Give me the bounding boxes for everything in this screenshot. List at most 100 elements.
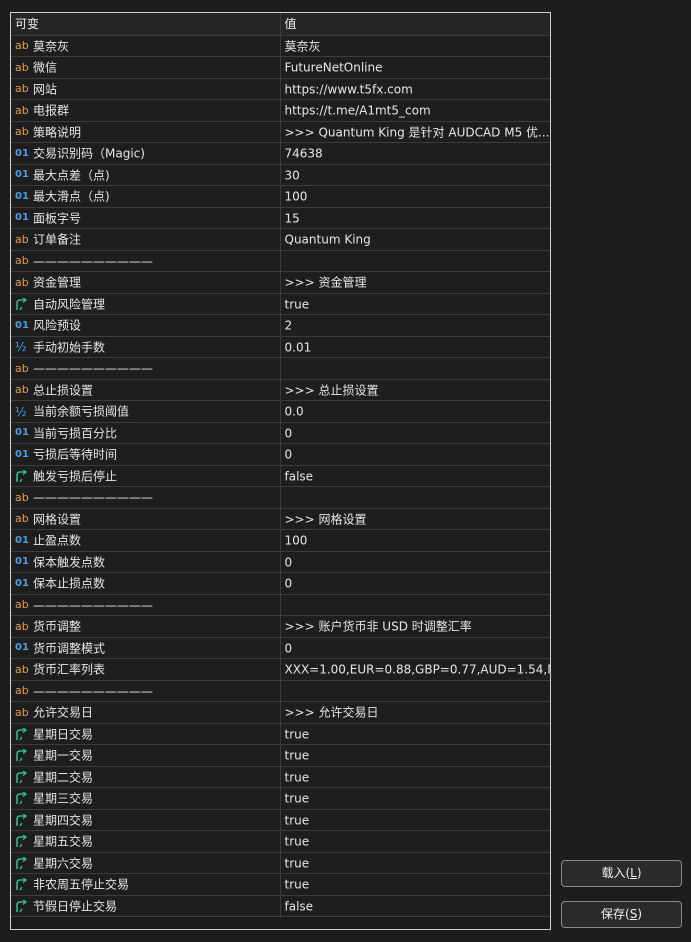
variable-cell[interactable]: 触发亏损后停止	[11, 465, 281, 487]
column-header-value[interactable]: 值	[280, 13, 550, 36]
value-cell[interactable]: 0	[280, 572, 550, 595]
variable-cell[interactable]: 星期三交易	[11, 787, 281, 810]
value-cell[interactable]: 0.01	[280, 336, 550, 358]
value-cell[interactable]: 74638	[280, 142, 550, 165]
value-cell[interactable]: 2	[280, 314, 550, 337]
value-cell[interactable]: true	[280, 293, 550, 315]
value-cell[interactable]: 100	[280, 529, 550, 552]
value-cell[interactable]: 15	[280, 207, 550, 229]
value-cell[interactable]: true	[280, 852, 550, 874]
table-row[interactable]: ½ 手动初始手数 0.01	[11, 336, 550, 358]
table-row[interactable]: 01 风险预设 2	[11, 314, 550, 337]
table-row[interactable]: ab ——————————	[11, 680, 550, 702]
variable-cell[interactable]: 01 保本止损点数	[11, 572, 281, 595]
table-row[interactable]: ab 莫奈灰 莫奈灰	[11, 35, 550, 57]
value-cell[interactable]	[280, 680, 550, 702]
value-cell[interactable]	[280, 594, 550, 616]
value-cell[interactable]: false	[280, 465, 550, 487]
variable-cell[interactable]: 节假日停止交易	[11, 895, 281, 917]
variable-cell[interactable]: ab 允许交易日	[11, 701, 281, 724]
table-row[interactable]: 星期三交易 true	[11, 787, 550, 810]
value-cell[interactable]: true	[280, 787, 550, 810]
value-cell[interactable]	[280, 357, 550, 380]
value-cell[interactable]: 0.0	[280, 400, 550, 423]
table-row[interactable]: 01 交易识别码（Magic) 74638	[11, 142, 550, 165]
variable-cell[interactable]: 非农周五停止交易	[11, 873, 281, 896]
table-row[interactable]: 星期六交易 true	[11, 852, 550, 874]
value-cell[interactable]: 0	[280, 443, 550, 466]
variable-cell[interactable]: ab ——————————	[11, 680, 281, 702]
table-row[interactable]: ab 货币调整 >>> 账户货币非 USD 时调整汇率	[11, 615, 550, 638]
table-row[interactable]: ab 网格设置 >>> 网格设置	[11, 508, 550, 530]
table-row[interactable]: 01 亏损后等待时间 0	[11, 443, 550, 466]
variable-cell[interactable]: ab 资金管理	[11, 271, 281, 294]
table-row[interactable]: 01 保本止损点数 0	[11, 572, 550, 595]
value-cell[interactable]: 0	[280, 551, 550, 573]
variable-cell[interactable]: 星期二交易	[11, 766, 281, 788]
variable-cell[interactable]: ab ——————————	[11, 486, 281, 509]
table-row[interactable]: ab 允许交易日 >>> 允许交易日	[11, 701, 550, 724]
value-cell[interactable]: >>> 资金管理	[280, 271, 550, 294]
table-row[interactable]: 星期五交易 true	[11, 830, 550, 853]
value-cell[interactable]: 0	[280, 422, 550, 444]
table-row[interactable]: 01 保本触发点数 0	[11, 551, 550, 573]
table-row[interactable]: ab 总止损设置 >>> 总止损设置	[11, 379, 550, 401]
variable-cell[interactable]: ab 电报群	[11, 99, 281, 122]
variable-cell[interactable]: 01 亏损后等待时间	[11, 443, 281, 466]
table-row[interactable]: ab 策略说明 >>> Quantum King 是针对 AUDCAD M5 优..…	[11, 121, 550, 143]
variable-cell[interactable]: 星期六交易	[11, 852, 281, 874]
variable-cell[interactable]: ab 网格设置	[11, 508, 281, 530]
table-row[interactable]: 01 面板字号 15	[11, 207, 550, 229]
save-button[interactable]: 保存(S)	[561, 901, 682, 928]
variable-cell[interactable]: ab 莫奈灰	[11, 35, 281, 57]
value-cell[interactable]: XXX=1.00,EUR=0.88,GBP=0.77,AUD=1.54,N...	[280, 658, 550, 681]
value-cell[interactable]: true	[280, 809, 550, 831]
variable-cell[interactable]: ½ 手动初始手数	[11, 336, 281, 358]
variable-cell[interactable]: ab ——————————	[11, 357, 281, 380]
value-cell[interactable]: https://t.me/A1mt5_com	[280, 99, 550, 122]
value-cell[interactable]: true	[280, 744, 550, 767]
value-cell[interactable]: 30	[280, 164, 550, 186]
variable-cell[interactable]: ab ——————————	[11, 250, 281, 272]
table-row[interactable]: ab 微信 FutureNetOnline	[11, 56, 550, 79]
table-row[interactable]: 01 当前亏损百分比 0	[11, 422, 550, 444]
table-row[interactable]: 自动风险管理 true	[11, 293, 550, 315]
variable-cell[interactable]: 01 当前亏损百分比	[11, 422, 281, 444]
table-row[interactable]: 触发亏损后停止 false	[11, 465, 550, 487]
value-cell[interactable]: 0	[280, 637, 550, 659]
variable-cell[interactable]: 自动风险管理	[11, 293, 281, 315]
value-cell[interactable]	[280, 486, 550, 509]
table-row[interactable]: 非农周五停止交易 true	[11, 873, 550, 896]
variable-cell[interactable]: ab 订单备注	[11, 228, 281, 251]
variable-cell[interactable]: 01 货币调整模式	[11, 637, 281, 659]
table-row[interactable]: 01 货币调整模式 0	[11, 637, 550, 659]
value-cell[interactable]: FutureNetOnline	[280, 56, 550, 79]
value-cell[interactable]	[280, 250, 550, 272]
variable-cell[interactable]: ab 网站	[11, 78, 281, 100]
value-cell[interactable]: Quantum King	[280, 228, 550, 251]
table-row[interactable]: 星期一交易 true	[11, 744, 550, 767]
variable-cell[interactable]: ab 微信	[11, 56, 281, 79]
variable-cell[interactable]: 01 止盈点数	[11, 529, 281, 552]
table-row[interactable]: ab 货币汇率列表 XXX=1.00,EUR=0.88,GBP=0.77,AUD=1…	[11, 658, 550, 681]
table-row[interactable]: 01 最大点差（点) 30	[11, 164, 550, 186]
variable-cell[interactable]: ab ——————————	[11, 594, 281, 616]
table-row[interactable]: 星期四交易 true	[11, 809, 550, 831]
table-row[interactable]: ab 资金管理 >>> 资金管理	[11, 271, 550, 294]
variable-cell[interactable]: 星期日交易	[11, 723, 281, 745]
value-cell[interactable]: >>> 总止损设置	[280, 379, 550, 401]
variable-cell[interactable]: 星期一交易	[11, 744, 281, 767]
value-cell[interactable]: 莫奈灰	[280, 35, 550, 57]
table-row[interactable]: ab 电报群 https://t.me/A1mt5_com	[11, 99, 550, 122]
table-row[interactable]: ab 网站 https://www.t5fx.com	[11, 78, 550, 100]
table-row[interactable]: 01 最大滑点（点) 100	[11, 185, 550, 208]
variable-cell[interactable]: ab 货币调整	[11, 615, 281, 638]
table-row[interactable]: ab ——————————	[11, 250, 550, 272]
value-cell[interactable]: true	[280, 723, 550, 745]
table-row[interactable]: 星期二交易 true	[11, 766, 550, 788]
variable-cell[interactable]: 01 面板字号	[11, 207, 281, 229]
load-button[interactable]: 载入(L)	[561, 860, 682, 887]
value-cell[interactable]: >>> Quantum King 是针对 AUDCAD M5 优...	[280, 121, 550, 143]
variable-cell[interactable]: 星期五交易	[11, 830, 281, 853]
variable-cell[interactable]: 01 风险预设	[11, 314, 281, 337]
